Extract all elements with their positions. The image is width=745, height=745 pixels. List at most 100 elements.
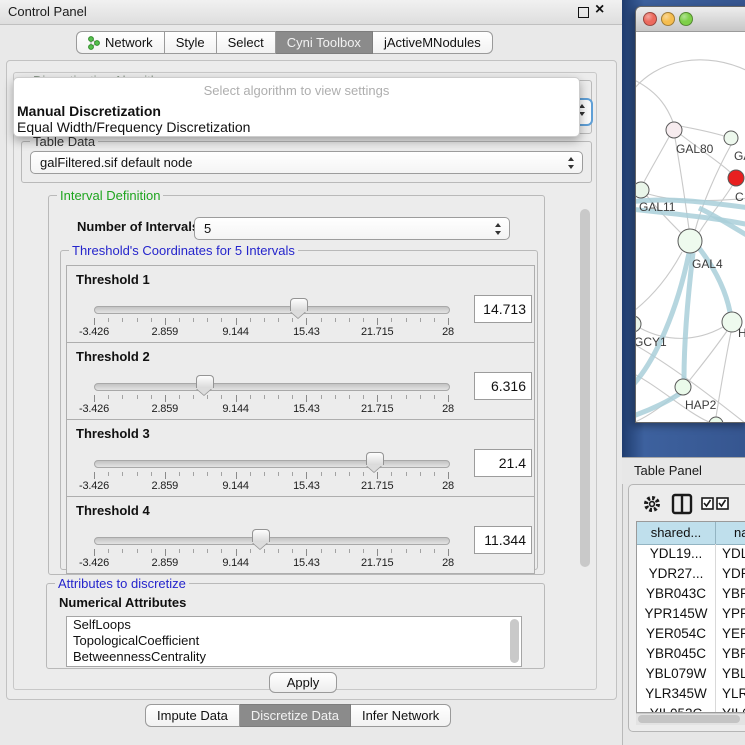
threshold-value-field[interactable]: 21.4 (474, 449, 532, 477)
threshold-value-field[interactable]: 6.316 (474, 372, 532, 400)
float-window-icon[interactable] (578, 7, 589, 18)
threshold-slider-knob[interactable] (290, 298, 308, 311)
tab-infer-network[interactable]: Infer Network (351, 704, 451, 727)
threshold-slider-knob-tip[interactable] (290, 311, 306, 318)
table-row[interactable]: YIL052CYIL0 (637, 704, 745, 713)
network-node-ga[interactable] (724, 131, 738, 145)
attribute-item-selfloops[interactable]: SelfLoops (67, 617, 521, 633)
tab-impute-data[interactable]: Impute Data (145, 704, 240, 727)
network-edge[interactable] (680, 126, 724, 136)
gear-icon[interactable] (643, 495, 661, 513)
column-header-shared-name[interactable]: shared... (637, 522, 716, 545)
table-hscroll-thumb[interactable] (638, 715, 740, 723)
main-scrollbar[interactable] (580, 209, 590, 567)
cell-name[interactable]: YDL1 (716, 544, 745, 564)
table-row[interactable]: YBR043CYBR0 (637, 584, 745, 604)
slider-tick-labels: -3.4262.8599.14415.4321.71528 (94, 557, 448, 569)
table-hscroll-track[interactable] (636, 713, 745, 725)
cell-name[interactable]: YLR3 (716, 684, 745, 704)
tab-select[interactable]: Select (217, 31, 276, 54)
cell-name[interactable]: YPR1 (716, 604, 745, 624)
cell-shared-name[interactable]: YBL079W (637, 664, 716, 684)
table-row[interactable]: YBR045CYBR0 (637, 644, 745, 664)
network-node-gal11[interactable] (636, 182, 649, 198)
slider-tick (193, 549, 194, 553)
tab-discretize-data[interactable]: Discretize Data (240, 704, 351, 727)
slider-tick (363, 318, 364, 322)
table-row[interactable]: YLR345WYLR3 (637, 684, 745, 704)
numerical-attributes-list[interactable]: SelfLoopsTopologicalCoefficientBetweenne… (66, 616, 522, 667)
network-node-gal80[interactable] (666, 122, 682, 138)
split-columns-icon[interactable] (671, 493, 693, 515)
network-edge[interactable] (636, 253, 689, 388)
table-row[interactable]: YER054CYER0 (637, 624, 745, 644)
threshold-slider-knob-tip[interactable] (366, 465, 382, 472)
network-edge[interactable] (644, 137, 669, 182)
cell-name[interactable]: YBR0 (716, 644, 745, 664)
slider-tick (391, 395, 392, 399)
slider-tick (335, 549, 336, 553)
network-edge[interactable] (636, 392, 682, 417)
threshold-slider-track[interactable] (94, 537, 450, 545)
cell-name[interactable]: YBR0 (716, 584, 745, 604)
list-scrollbar[interactable] (510, 619, 519, 663)
attribute-item-topologicalcoefficient[interactable]: TopologicalCoefficient (67, 633, 521, 649)
network-node-c[interactable] (728, 170, 744, 186)
threshold-slider-knob-tip[interactable] (252, 542, 268, 549)
threshold-slider-knob[interactable] (196, 375, 214, 388)
tab-jactivemnodules[interactable]: jActiveMNodules (373, 31, 493, 54)
threshold-slider-knob[interactable] (252, 529, 270, 542)
combo-stepper-icon (579, 103, 586, 117)
slider-tick (151, 395, 152, 399)
network-edge[interactable] (689, 331, 727, 381)
number-of-intervals-spinner[interactable]: 5 (194, 217, 510, 240)
table-row[interactable]: YDR27...YDR2 (637, 564, 745, 584)
tab-network[interactable]: Network (76, 31, 165, 54)
network-node-gcy1[interactable] (636, 316, 641, 332)
threshold-value-field[interactable]: 11.344 (474, 526, 532, 554)
cell-name[interactable]: YIL0 (716, 704, 745, 713)
close-icon[interactable]: × (595, 1, 604, 19)
cell-name[interactable]: YDR2 (716, 564, 745, 584)
network-edge[interactable] (716, 332, 731, 417)
network-node[interactable] (709, 417, 723, 422)
network-node-hap2[interactable] (675, 379, 691, 395)
cell-shared-name[interactable]: YPR145W (637, 604, 716, 624)
cell-shared-name[interactable]: YDR27... (637, 564, 716, 584)
threshold-slider-track[interactable] (94, 306, 450, 314)
tab-cyni-toolbox[interactable]: Cyni Toolbox (276, 31, 373, 54)
table-row[interactable]: YDL19...YDL1 (637, 544, 745, 564)
threshold-slider-knob-tip[interactable] (196, 388, 212, 395)
table-row[interactable]: YBL079WYBL0 (637, 664, 745, 684)
cell-shared-name[interactable]: YIL052C (637, 704, 716, 713)
cell-shared-name[interactable]: YBR045C (637, 644, 716, 664)
table-row[interactable]: YPR145WYPR1 (637, 604, 745, 624)
network-node-gal4[interactable] (678, 229, 702, 253)
threshold-slider-track[interactable] (94, 460, 450, 468)
network-canvas[interactable]: GAL80GACGAL11GAL4GCY1HHAP2 (636, 32, 745, 422)
threshold-slider-knob[interactable] (366, 452, 384, 465)
network-edge[interactable] (636, 60, 745, 94)
cell-name[interactable]: YBL0 (716, 664, 745, 684)
node-table[interactable]: shared...naYDL19...YDL1YDR27...YDR2YBR04… (636, 521, 745, 713)
close-traffic-light-icon[interactable] (643, 12, 657, 26)
algorithm-option-equal-width-frequency-discretization[interactable]: Equal Width/Frequency Discretization (17, 119, 250, 135)
network-edge[interactable] (636, 78, 673, 122)
tab-style[interactable]: Style (165, 31, 217, 54)
attribute-item-betweennesscentrality[interactable]: BetweennessCentrality (67, 649, 521, 665)
cell-shared-name[interactable]: YER054C (637, 624, 716, 644)
table-data-combo[interactable]: galFiltered.sif default node (30, 151, 583, 174)
spinner-stepper-icon (495, 222, 502, 236)
cell-name[interactable]: YER0 (716, 624, 745, 644)
minimize-traffic-light-icon[interactable] (661, 12, 675, 26)
threshold-slider-track[interactable] (94, 383, 450, 391)
cell-shared-name[interactable]: YDL19... (637, 544, 716, 564)
threshold-value-field[interactable]: 14.713 (474, 295, 532, 323)
cell-shared-name[interactable]: YBR043C (637, 584, 716, 604)
cell-shared-name[interactable]: YLR345W (637, 684, 716, 704)
algorithm-option-manual-discretization[interactable]: Manual Discretization (17, 103, 161, 119)
zoom-traffic-light-icon[interactable] (679, 12, 693, 26)
apply-button[interactable]: Apply (269, 672, 337, 693)
column-header-name[interactable]: na (716, 522, 745, 545)
checkboxes-icon[interactable] (701, 497, 731, 510)
